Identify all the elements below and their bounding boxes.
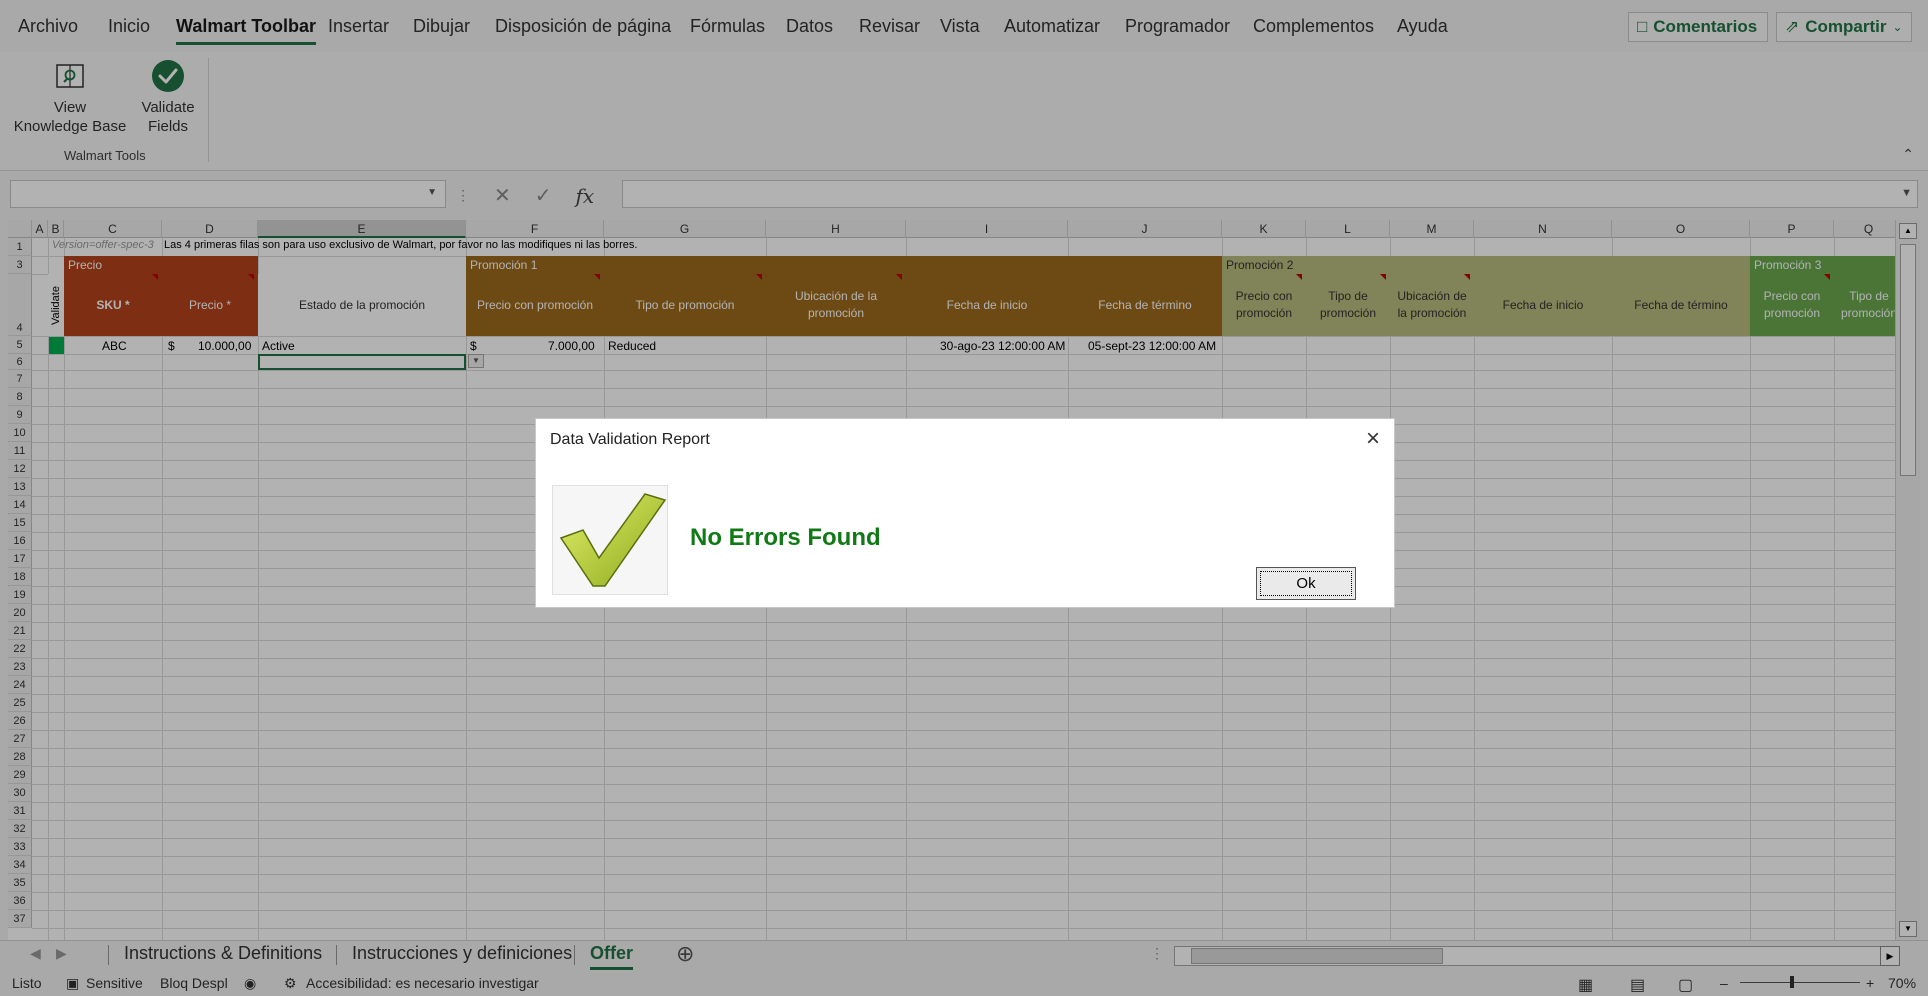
dialog-title: Data Validation Report	[550, 431, 710, 448]
ok-button[interactable]: Ok	[1256, 567, 1356, 600]
excel-window: Archivo Inicio Walmart Toolbar Insertar …	[0, 0, 1928, 996]
data-validation-dialog: Data Validation Report × No Errors Found…	[536, 419, 1394, 607]
big-checkmark-icon	[559, 493, 667, 587]
dialog-message: No Errors Found	[690, 524, 881, 551]
checkmark-image	[552, 485, 668, 595]
close-icon[interactable]: ×	[1366, 425, 1380, 453]
